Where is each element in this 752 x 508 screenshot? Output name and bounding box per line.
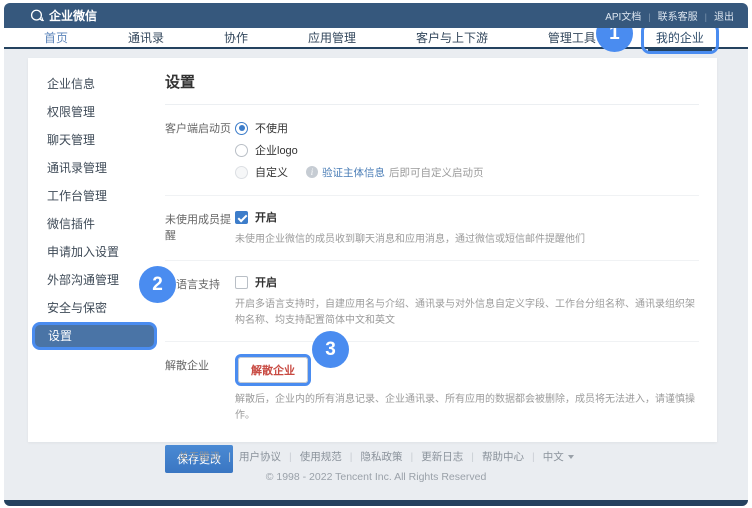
section-dismiss-company: 解散企业 解散企业 3 解散后，企业内的所有消息记录、企业通讯录、所有应用的数据… [165,341,699,436]
radio-disabled-icon [235,166,248,179]
tab-app-management[interactable]: 应用管理 [308,29,356,46]
footer-links: 关于腾讯 用户协议 使用规范 隐私政策 更新日志 帮助中心 中文 [4,449,748,464]
tab-home[interactable]: 首页 [44,29,68,46]
section-label: 未使用成员提醒 [165,208,235,248]
browser-page-frame: 企业微信 API文档 联系客服 退出 首页 通讯录 协作 应用管理 客户与上下游… [4,3,748,506]
annotation-badge-3: 3 [312,331,349,368]
footer-link-about[interactable]: 关于腾讯 [178,449,239,464]
radio-option-logo[interactable]: 企业logo [235,139,699,161]
section-description: 开启多语言支持时，自建应用名与介绍、通讯录与对外信息自定义字段、工作台分组名称、… [235,297,699,329]
radio-label: 自定义 [255,164,288,180]
chat-bubble-icon [30,9,44,23]
section-body: 开启 未使用企业微信的成员收到聊天消息和应用消息，通过微信或短信邮件提醒他们 [235,208,699,248]
sidebar-item-workbench[interactable]: 工作台管理 [28,182,165,210]
tab-admin-tools[interactable]: 管理工具 [548,29,596,46]
section-body: 解散企业 3 解散后，企业内的所有消息记录、企业通讯录、所有应用的数据都会被删除… [235,354,699,424]
radio-checked-icon[interactable] [235,122,248,135]
screenshot-root: 企业微信 API文档 联系客服 退出 首页 通讯录 协作 应用管理 客户与上下游… [0,0,752,508]
sidebar-item-permissions[interactable]: 权限管理 [28,98,165,126]
section-description: 未使用企业微信的成员收到聊天消息和应用消息，通过微信或短信邮件提醒他们 [235,232,699,248]
checkbox-unchecked-icon[interactable] [235,276,248,289]
page-title: 设置 [165,71,699,92]
radio-label: 企业logo [255,142,298,158]
radio-unchecked-icon[interactable] [235,144,248,157]
sidebar-item-chat-management[interactable]: 聊天管理 [28,126,165,154]
tab-my-company-label: 我的企业 [656,31,704,45]
checkbox-checked-icon[interactable] [235,211,248,224]
toggle-label: 开启 [255,209,277,225]
footer-link-user-agreement[interactable]: 用户协议 [239,449,300,464]
sidebar-item-contacts-management[interactable]: 通讯录管理 [28,154,165,182]
caret-down-icon [568,455,574,459]
bottom-dark-strip [4,500,748,506]
tab-collaboration[interactable]: 协作 [224,29,248,46]
top-bar: 企业微信 API文档 联系客服 退出 [4,3,748,28]
tab-customers[interactable]: 客户与上下游 [416,29,488,46]
language-selector-label: 中文 [543,449,564,464]
annotation-box-3: 解散企业 3 [235,354,311,386]
footer-link-help-center[interactable]: 帮助中心 [482,449,543,464]
topbar-links: API文档 联系客服 退出 [605,8,734,23]
section-description: 解散后，企业内的所有消息记录、企业通讯录、所有应用的数据都会被删除，成员将无法进… [235,392,699,424]
tab-contacts[interactable]: 通讯录 [128,29,164,46]
verify-identity-link[interactable]: 验证主体信息 [322,165,385,180]
sidebar-item-wechat-plugin[interactable]: 微信插件 [28,210,165,238]
sidebar-item-settings[interactable]: 设置 [32,322,157,350]
active-tab-underline [648,49,712,51]
footer-link-usage-rules[interactable]: 使用规范 [300,449,361,464]
section-launch-page: 客户端启动页 不使用 企业logo 自定义 [165,105,699,195]
radio-label: 不使用 [255,120,288,136]
sidebar-item-company-info[interactable]: 企业信息 [28,70,165,98]
radio-option-custom: 自定义 验证主体信息 后即可自定义启动页 [235,161,699,183]
multilang-toggle[interactable]: 开启 [235,273,699,291]
app-logo-text: 企业微信 [49,7,97,24]
radio-option-none[interactable]: 不使用 [235,117,699,139]
logout-link[interactable]: 退出 [714,8,734,23]
contact-support-link[interactable]: 联系客服 [658,8,714,23]
annotation-badge-2: 2 [139,266,176,303]
sidebar-item-join-settings[interactable]: 申请加入设置 [28,238,165,266]
page-footer: 关于腾讯 用户协议 使用规范 隐私政策 更新日志 帮助中心 中文 © 1998 … [4,449,748,483]
custom-note: 验证主体信息 后即可自定义启动页 [306,165,484,180]
section-unused-reminder: 未使用成员提醒 开启 未使用企业微信的成员收到聊天消息和应用消息，通过微信或短信… [165,195,699,260]
section-body: 不使用 企业logo 自定义 验证主体信息 后即可自 [235,117,699,183]
section-multilang: 多语言支持 开启 开启多语言支持时，自建应用名与介绍、通讯录与对外信息自定义字段… [165,260,699,341]
language-selector[interactable]: 中文 [543,449,574,464]
info-icon [306,166,318,178]
main-nav: 首页 通讯录 协作 应用管理 客户与上下游 管理工具 1 我的企业 [4,28,748,49]
section-label: 客户端启动页 [165,117,235,183]
settings-card: 企业信息 权限管理 聊天管理 通讯录管理 工作台管理 微信插件 申请加入设置 外… [28,58,717,442]
tab-my-company[interactable]: 1 我的企业 [656,29,704,46]
footer-link-privacy[interactable]: 隐私政策 [361,449,422,464]
toggle-label: 开启 [255,274,277,290]
dismiss-company-button[interactable]: 解散企业 [238,357,308,383]
section-label: 解散企业 [165,354,235,424]
settings-content: 设置 客户端启动页 不使用 企业logo [165,58,717,442]
app-logo[interactable]: 企业微信 [30,7,97,24]
custom-note-suffix: 后即可自定义启动页 [389,165,484,180]
copyright-text: © 1998 - 2022 Tencent Inc. All Rights Re… [4,471,748,483]
footer-link-changelog[interactable]: 更新日志 [421,449,482,464]
section-body: 开启 开启多语言支持时，自建应用名与介绍、通讯录与对外信息自定义字段、工作台分组… [235,273,699,329]
api-docs-link[interactable]: API文档 [605,8,657,23]
unused-reminder-toggle[interactable]: 开启 [235,208,699,226]
settings-sidebar: 企业信息 权限管理 聊天管理 通讯录管理 工作台管理 微信插件 申请加入设置 外… [28,58,165,442]
